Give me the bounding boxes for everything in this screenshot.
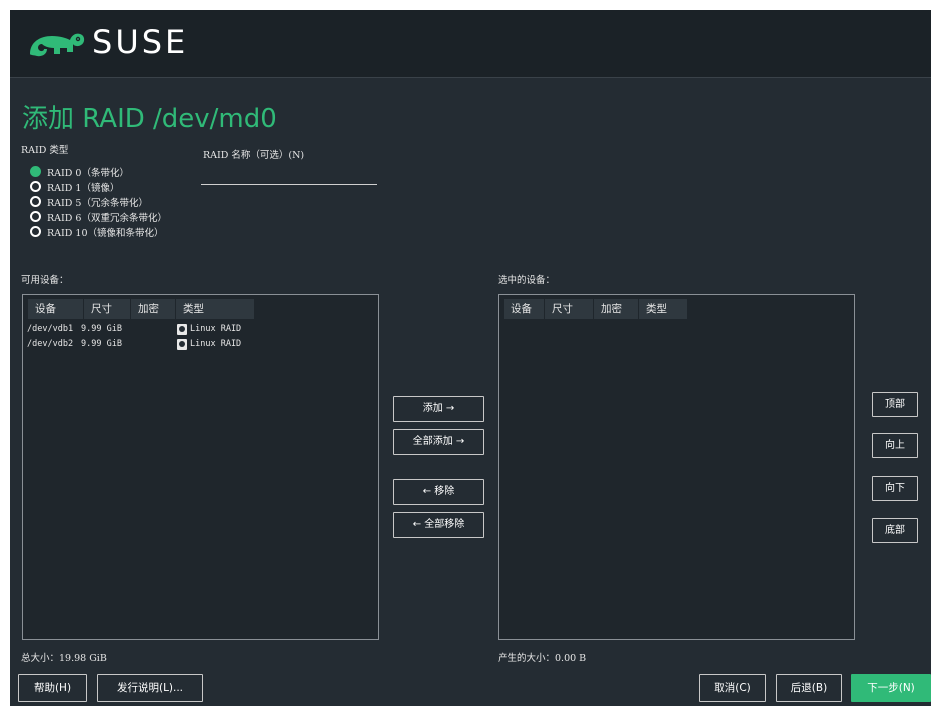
cancel-button[interactable]: 取消(C): [699, 674, 766, 702]
raid-name-input[interactable]: [201, 170, 377, 185]
table-row[interactable]: /dev/vdb1 9.99 GiB Linux RAID: [27, 322, 241, 336]
available-devices-table[interactable]: 设备 尺寸 加密 类型 /dev/vdb1 9.99 GiB Linux RAI…: [22, 294, 379, 640]
radio-raid10[interactable]: RAID 10（镜像和条带化）: [30, 224, 167, 239]
column-header-size[interactable]: 尺寸: [84, 299, 130, 319]
radio-label: RAID 0（条带化）: [47, 167, 129, 179]
radio-label: RAID 5（冗余条带化）: [47, 197, 148, 209]
radio-label: RAID 1（镜像）: [47, 182, 120, 194]
radio-unselected-icon[interactable]: [30, 181, 41, 192]
hard-disk-icon: [177, 323, 187, 335]
column-header-device[interactable]: 设备: [28, 299, 83, 319]
raid-type-radio-group: RAID 0（条带化） RAID 1（镜像） RAID 5（冗余条带化） RAI…: [30, 164, 167, 239]
cell-device: /dev/vdb2: [27, 339, 74, 349]
cell-type: Linux RAID: [190, 324, 242, 334]
column-header-encryption[interactable]: 加密: [594, 299, 638, 319]
column-header-encryption[interactable]: 加密: [131, 299, 175, 319]
table-row[interactable]: /dev/vdb2 9.99 GiB Linux RAID: [27, 337, 241, 351]
selected-devices-label: 选中的设备：: [498, 275, 556, 286]
cell-type: Linux RAID: [190, 339, 242, 349]
radio-unselected-icon[interactable]: [30, 196, 41, 207]
cell-device: /dev/vdb1: [27, 324, 74, 334]
remove-button[interactable]: ← 移除: [393, 479, 484, 505]
radio-label: RAID 10（镜像和条带化）: [47, 227, 164, 239]
installer-window: SUSE 添加 RAID /dev/md0 RAID 类型 RAID 0（条带化…: [10, 10, 931, 706]
hard-disk-icon: [177, 338, 187, 350]
cell-size: 9.99 GiB: [81, 339, 122, 349]
page-title: 添加 RAID /dev/md0: [22, 104, 277, 134]
add-all-button[interactable]: 全部添加 →: [393, 429, 484, 455]
raid-name-label: RAID 名称（可选）(N): [203, 150, 305, 161]
radio-raid0[interactable]: RAID 0（条带化）: [30, 164, 167, 179]
help-button[interactable]: 帮助(H): [18, 674, 87, 702]
column-header-type[interactable]: 类型: [176, 299, 254, 319]
radio-selected-icon[interactable]: [30, 166, 41, 177]
radio-unselected-icon[interactable]: [30, 226, 41, 237]
radio-raid1[interactable]: RAID 1（镜像）: [30, 179, 167, 194]
move-down-button[interactable]: 向下: [872, 476, 918, 501]
resulting-size-label: 产生的大小：0.00 B: [498, 653, 587, 664]
release-notes-button[interactable]: 发行说明(L)...: [97, 674, 203, 702]
raid-type-label: RAID 类型: [21, 145, 69, 156]
move-top-button[interactable]: 顶部: [872, 392, 918, 417]
brand-name: SUSE: [92, 23, 189, 61]
move-up-button[interactable]: 向上: [872, 433, 918, 458]
back-button[interactable]: 后退(B): [776, 674, 842, 702]
cell-size: 9.99 GiB: [81, 324, 122, 334]
available-devices-label: 可用设备：: [21, 275, 69, 286]
header-bar: SUSE: [10, 10, 931, 78]
column-header-size[interactable]: 尺寸: [545, 299, 593, 319]
next-button[interactable]: 下一步(N): [851, 674, 931, 702]
radio-unselected-icon[interactable]: [30, 211, 41, 222]
table-header: 设备 尺寸 加密 类型: [504, 299, 688, 319]
table-header: 设备 尺寸 加密 类型: [28, 299, 255, 319]
suse-chameleon-logo-icon: [30, 33, 85, 57]
remove-all-button[interactable]: ← 全部移除: [393, 512, 484, 538]
move-bottom-button[interactable]: 底部: [872, 518, 918, 543]
radio-label: RAID 6（双重冗余条带化）: [47, 212, 167, 224]
selected-devices-table[interactable]: 设备 尺寸 加密 类型: [498, 294, 855, 640]
add-button[interactable]: 添加 →: [393, 396, 484, 422]
radio-raid5[interactable]: RAID 5（冗余条带化）: [30, 194, 167, 209]
column-header-type[interactable]: 类型: [639, 299, 687, 319]
radio-raid6[interactable]: RAID 6（双重冗余条带化）: [30, 209, 167, 224]
total-size-label: 总大小：19.98 GiB: [21, 653, 107, 664]
column-header-device[interactable]: 设备: [504, 299, 544, 319]
